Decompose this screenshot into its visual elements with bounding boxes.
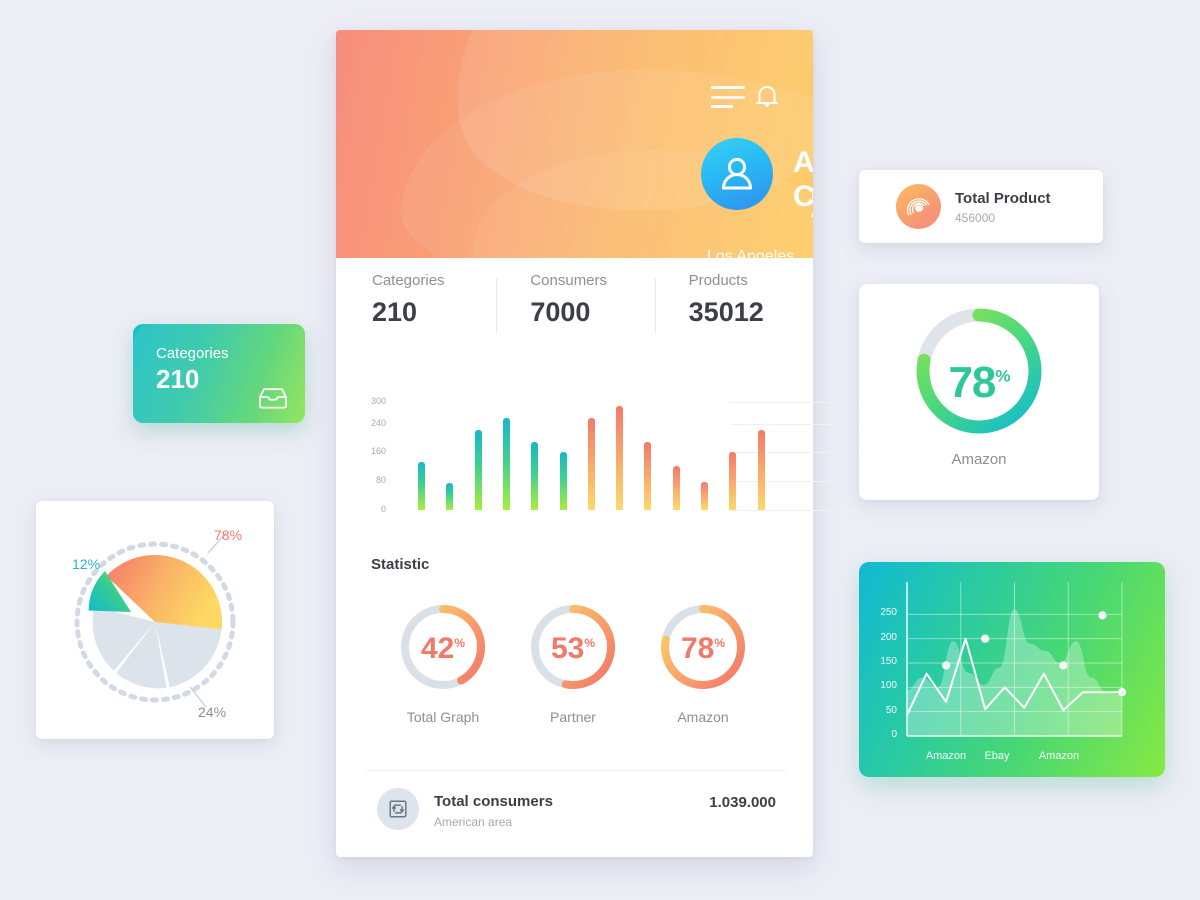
bar-chart-bar — [559, 452, 567, 510]
radar-rings-icon — [896, 184, 941, 229]
amazon-donut-value: 78% — [912, 358, 1046, 408]
area-chart-x-tick: Ebay — [984, 750, 1010, 762]
bar-chart-bar — [757, 430, 765, 510]
area-chart-y-tick: 150 — [880, 656, 897, 667]
area-chart-y-tick: 200 — [880, 631, 897, 643]
area-chart-card: 0 50 100 150 200 250 Amazon Ebay Amazon — [859, 562, 1165, 777]
total-consumers-title: Total consumers — [434, 793, 553, 810]
pie-label-24: 24% — [198, 704, 227, 720]
area-chart-y-tick: 100 — [880, 680, 897, 692]
area-chart-y-tick: 50 — [885, 704, 897, 716]
dashboard-canvas: Annie Christ Los Angeles Los Angeles Cat… — [0, 0, 1200, 900]
statistic-section-title: Statistic — [371, 556, 430, 573]
amazon-donut-card: 78% Amazon — [859, 284, 1099, 500]
bell-icon[interactable] — [751, 80, 783, 114]
area-chart-marker — [1059, 661, 1068, 670]
statistic-donut-label: Partner — [550, 709, 596, 725]
statistic-donut-number: 42 — [420, 632, 455, 665]
bar-chart: 300 240 160 80 0 — [336, 390, 1110, 530]
statistic-donut-value: 42% — [397, 632, 489, 666]
area-chart-marker — [1117, 688, 1127, 697]
bar-chart-y-tick: 80 — [375, 475, 386, 486]
bar-chart-gridline — [730, 510, 1110, 511]
stat-value: 35012 — [688, 297, 764, 327]
total-product-title: Total Product — [955, 190, 1051, 207]
panel-divider — [366, 770, 786, 771]
bar-chart-y-tick: 240 — [370, 417, 386, 428]
bar-chart-bar — [672, 465, 680, 510]
area-chart-y-tick: 250 — [880, 607, 897, 619]
amazon-donut-unit: % — [995, 366, 1010, 386]
pie-label-78: 78% — [214, 527, 243, 543]
hamburger-line — [711, 105, 733, 108]
statistic-donut-unit: % — [584, 636, 596, 650]
avatar[interactable] — [701, 138, 773, 210]
statistic-donut-unit: % — [714, 636, 726, 650]
categories-card-label: Categories — [156, 345, 229, 362]
area-chart-area — [907, 609, 1122, 736]
categories-card-value: 210 — [156, 364, 200, 394]
statistic-donut-number: 78 — [680, 632, 715, 665]
statistic-donut-value: 53% — [527, 632, 619, 666]
statistic-donut-number: 53 — [550, 632, 585, 665]
total-consumers-value: 1.039.000 — [709, 794, 776, 811]
stat-label: Consumers — [530, 272, 608, 289]
amazon-donut-label: Amazon — [951, 451, 1007, 468]
bar-chart-bar — [531, 441, 539, 510]
pie-chart-card: 78% 12% 24% — [36, 501, 274, 739]
bar-chart-y-tick: 160 — [370, 446, 386, 457]
bar-chart-bar — [474, 430, 482, 510]
statistic-donut-unit: % — [454, 636, 466, 650]
area-chart-marker — [1098, 611, 1107, 620]
hamburger-menu-icon[interactable] — [711, 86, 745, 108]
stat-value: 210 — [372, 297, 418, 327]
header-wave-decoration — [434, 30, 813, 238]
bar-chart-bar — [446, 482, 454, 510]
total-consumers-subtitle: American area — [434, 815, 513, 829]
bar-chart-bar — [644, 441, 652, 510]
amazon-donut-number: 78 — [948, 358, 996, 407]
pie-label-12: 12% — [72, 556, 101, 572]
bar-chart-bar — [587, 417, 595, 510]
stats-summary-row: Categories 210 Consumers 7000 Products 3… — [336, 272, 813, 352]
area-chart-x-tick: Amazon — [1038, 750, 1080, 762]
total-product-value: 456000 — [955, 211, 996, 225]
bar-chart-y-tick: 300 — [370, 396, 386, 406]
refresh-square-icon — [377, 788, 419, 830]
profile-location: Los Angeles — [707, 248, 795, 265]
user-icon — [722, 157, 752, 190]
hamburger-line — [711, 95, 745, 99]
area-chart-marker — [941, 661, 951, 670]
profile-name: Annie Christ — [793, 146, 813, 213]
statistic-donut-value: 78% — [657, 632, 749, 666]
categories-card[interactable]: Categories 210 — [133, 324, 305, 423]
stat-consumers: Consumers 7000 — [496, 272, 654, 352]
total-product-card[interactable]: Total Product 456000 — [859, 170, 1103, 243]
stat-products: Products 35012 — [654, 272, 813, 352]
stat-value: 7000 — [530, 297, 591, 327]
bar-chart-y-tick: 0 — [380, 504, 386, 514]
inbox-tray-icon — [258, 386, 288, 410]
profile-subtitle: Los Angeles — [811, 186, 813, 222]
bar-chart-bar — [502, 417, 510, 510]
area-chart-y-tick: 0 — [891, 729, 897, 740]
statistic-donut-label: Total Graph — [406, 709, 480, 725]
area-chart — [906, 582, 1127, 737]
statistic-donut-label: Amazon — [677, 709, 729, 725]
bar-chart-bar — [616, 406, 624, 510]
stat-categories: Categories 210 — [336, 272, 496, 352]
area-chart-marker — [980, 634, 990, 643]
stat-label: Categories — [372, 272, 445, 289]
stat-label: Products — [688, 272, 748, 289]
bar-chart-bar — [701, 482, 708, 510]
bar-chart-bar — [418, 462, 425, 510]
hamburger-line — [711, 86, 745, 89]
bar-chart-bar — [729, 452, 737, 510]
